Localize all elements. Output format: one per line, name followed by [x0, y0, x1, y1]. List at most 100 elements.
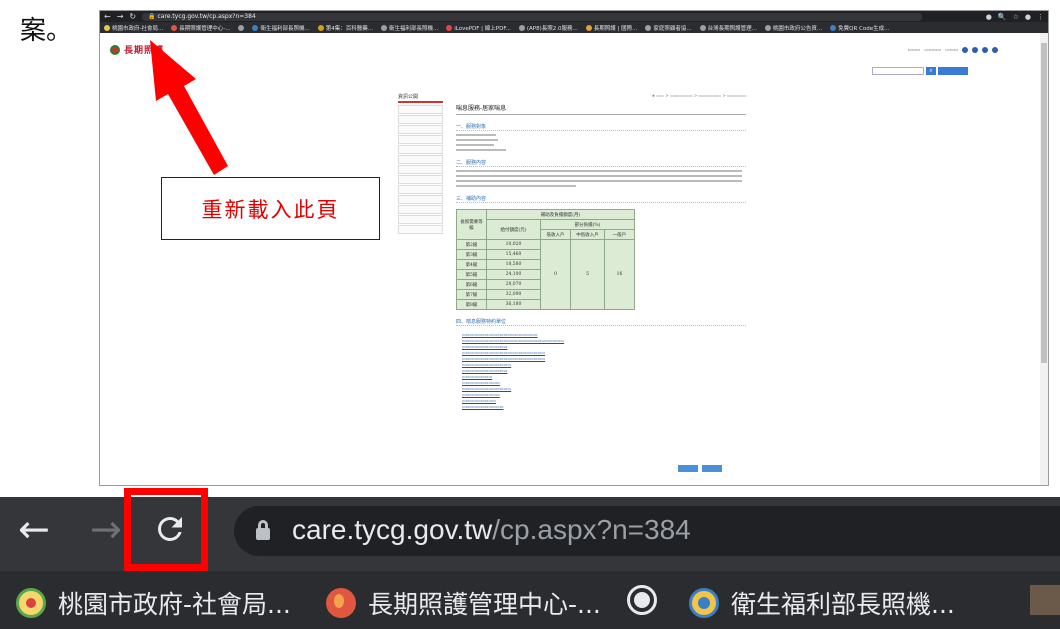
- sidebar-item[interactable]: [398, 145, 443, 154]
- reload-annotation-note: 重新載入此頁: [161, 177, 380, 240]
- sidebar-item[interactable]: [398, 225, 443, 234]
- profile-icon[interactable]: ●: [1025, 13, 1031, 21]
- image-icon: [1030, 585, 1060, 615]
- bookmarks-bar: 桃園市政府-社會局... 長期照護管理中心-... 衛生福利部長照機...: [0, 571, 1060, 629]
- social-icon[interactable]: [982, 47, 988, 53]
- back-to-list-button[interactable]: [702, 465, 722, 472]
- bookmark-item[interactable]: 家庭照顧者協...: [645, 24, 692, 32]
- page-scrollbar[interactable]: [1040, 33, 1048, 485]
- site-logo-text: 長期照護: [124, 46, 165, 56]
- address-bar-url: care.tycg.gov.tw/cp.aspx?n=384: [157, 12, 256, 20]
- social-icon[interactable]: [992, 47, 998, 53]
- sidebar-item[interactable]: [398, 105, 443, 114]
- globe-icon: [627, 585, 657, 615]
- bookmark-item[interactable]: 衛生福利部長照機...: [252, 24, 310, 32]
- sidebar-item[interactable]: [398, 135, 443, 144]
- provider-links: ▭▭▭▭▭▭▭▭▭▭▭▭▭▭▭▭▭▭▭▭ ▭▭▭▭▭▭▭▭▭▭▭▭▭▭▭▭▭▭▭…: [456, 332, 746, 410]
- sidebar-item[interactable]: [398, 175, 443, 184]
- top-links: ▭▭▭ ▭▭▭▭ ▭▭▭: [907, 47, 998, 53]
- content-title: 喘息服務-居家喘息: [456, 103, 746, 115]
- table-header: 部分負擔(%): [540, 219, 635, 230]
- forward-icon[interactable]: →: [117, 12, 124, 21]
- bookmark-label: 長期照護管理中心-...: [368, 590, 601, 619]
- site-search-input[interactable]: [872, 67, 924, 75]
- bookmark-item[interactable]: 桃園市政府-社會局...: [104, 24, 163, 32]
- section-heading: 四、喘息服務特約單位: [456, 318, 746, 326]
- bookmark-item[interactable]: 長期照護管理中心-...: [171, 24, 230, 32]
- scrollbar-thumb[interactable]: [1041, 43, 1047, 363]
- menu-icon[interactable]: ⋮: [1037, 13, 1044, 21]
- bookmark-mohw[interactable]: 衛生福利部長照機...: [689, 585, 955, 621]
- browser-toolbar: ← → ↻ 🔒 care.tycg.gov.tw/cp.aspx?n=384 ●…: [100, 11, 1048, 22]
- table-header: 補助及負擔額度(月): [486, 209, 635, 220]
- site-logo[interactable]: 長期照護: [110, 43, 164, 56]
- bookmark-image[interactable]: [1030, 585, 1060, 615]
- table-header: 低收入戶: [540, 229, 571, 240]
- sidebar-item[interactable]: [398, 205, 443, 214]
- address-bar-url: care.tycg.gov.tw/cp.aspx?n=384: [292, 514, 691, 545]
- lock-icon[interactable]: [256, 520, 270, 540]
- breadcrumb: ★ ▭▭ > ▭▭▭▭▭▭ > ▭▭▭▭▭▭ > ▭▭▭▭▭: [651, 93, 746, 98]
- bookmark-item[interactable]: [238, 24, 245, 31]
- bookmark-tycg-social[interactable]: 桃園市政府-社會局...: [16, 585, 291, 621]
- table-cell: 16: [604, 239, 635, 310]
- forward-icon[interactable]: →: [90, 509, 122, 549]
- bookmark-item[interactable]: 台灣長期照護管理...: [699, 24, 757, 32]
- bookmark-item[interactable]: 衛生福利部長照機...: [380, 24, 438, 32]
- bookmark-item[interactable]: 免費QR Code生成...: [830, 24, 889, 32]
- search-icon[interactable]: ⌕: [926, 67, 936, 75]
- reload-icon[interactable]: ↻: [129, 12, 136, 21]
- bookmark-item[interactable]: 桃園市政府公告資...: [764, 24, 822, 32]
- sidebar-item[interactable]: [398, 125, 443, 134]
- extension-icon[interactable]: ●: [986, 13, 992, 21]
- browser-screenshot: ← → ↻ 🔒 care.tycg.gov.tw/cp.aspx?n=384 ●…: [99, 10, 1049, 486]
- site-sidebar: 資訊公開: [398, 93, 443, 235]
- previous-page-button[interactable]: [678, 465, 698, 472]
- address-bar[interactable]: care.tycg.gov.tw/cp.aspx?n=384: [234, 506, 1060, 556]
- ltc-center-icon: [326, 588, 356, 618]
- document-caption: 案。: [20, 16, 73, 46]
- zoom-icon[interactable]: 🔍: [998, 13, 1007, 21]
- sidebar-item[interactable]: [398, 215, 443, 224]
- table-cell: 0: [540, 239, 571, 310]
- top-link[interactable]: ▭▭▭▭: [924, 48, 941, 53]
- site-search: ⌕: [872, 67, 968, 75]
- bookmark-ltc-center[interactable]: 長期照護管理中心-...: [326, 585, 601, 621]
- sidebar-title: 資訊公開: [398, 93, 443, 103]
- provider-link[interactable]: ▭▭▭▭▭▭▭▭▭▭▭: [462, 404, 746, 410]
- tycg-emblem-icon: [16, 588, 46, 618]
- sidebar-item[interactable]: [398, 195, 443, 204]
- bookmark-item[interactable]: 第4集：百科醫藥...: [317, 24, 373, 32]
- table-header: 長照需要等級: [456, 209, 487, 240]
- subsidy-table: 長照需要等級 補助及負擔額度(月) 給付額度(元) 部分負擔(%) 低收入戶 中…: [456, 209, 635, 310]
- bookmark-item[interactable]: 長期照護 | 國際...: [585, 24, 637, 32]
- bookmark-label: 桃園市政府-社會局...: [58, 590, 291, 619]
- sidebar-item[interactable]: [398, 185, 443, 194]
- bookmark-globe[interactable]: [627, 585, 657, 615]
- address-bar[interactable]: 🔒 care.tycg.gov.tw/cp.aspx?n=384: [142, 12, 923, 21]
- bookmark-item[interactable]: (AP8)長照2.0服務...: [518, 24, 578, 32]
- content-actions: [678, 465, 722, 472]
- social-icon[interactable]: [972, 47, 978, 53]
- back-icon[interactable]: ←: [104, 12, 111, 21]
- site-header: 長期照護 ▭▭▭ ▭▭▭▭ ▭▭▭ ⌕: [100, 33, 1048, 77]
- back-icon[interactable]: ←: [18, 509, 50, 549]
- top-link[interactable]: ▭▭▭: [907, 48, 920, 53]
- star-icon[interactable]: ☆: [1013, 13, 1019, 21]
- top-link[interactable]: ▭▭▭: [945, 48, 958, 53]
- sidebar-item[interactable]: [398, 115, 443, 124]
- social-icon[interactable]: [962, 47, 968, 53]
- section-heading: 三、補助內容: [456, 195, 746, 203]
- bookmarks-bar: 桃園市政府-社會局... 長期照護管理中心-... 衛生福利部長照機... 第4…: [100, 22, 1048, 33]
- sidebar-item[interactable]: [398, 155, 443, 164]
- section-heading: 一、服務對象: [456, 123, 746, 131]
- sidebar-item[interactable]: [398, 165, 443, 174]
- section-heading: 二、服務內容: [456, 159, 746, 167]
- table-header: 中低收入戶: [570, 229, 605, 240]
- bookmark-item[interactable]: iLovePDF | 線上PDF...: [446, 24, 511, 32]
- reload-highlight-box: [124, 488, 208, 571]
- advanced-search-button[interactable]: [938, 67, 968, 75]
- document-page: 案。 ← → ↻ 🔒 care.tycg.gov.tw/cp.aspx?n=38…: [0, 0, 1060, 629]
- table-header: 給付額度(元): [486, 219, 541, 240]
- table-header: 一般戶: [604, 229, 635, 240]
